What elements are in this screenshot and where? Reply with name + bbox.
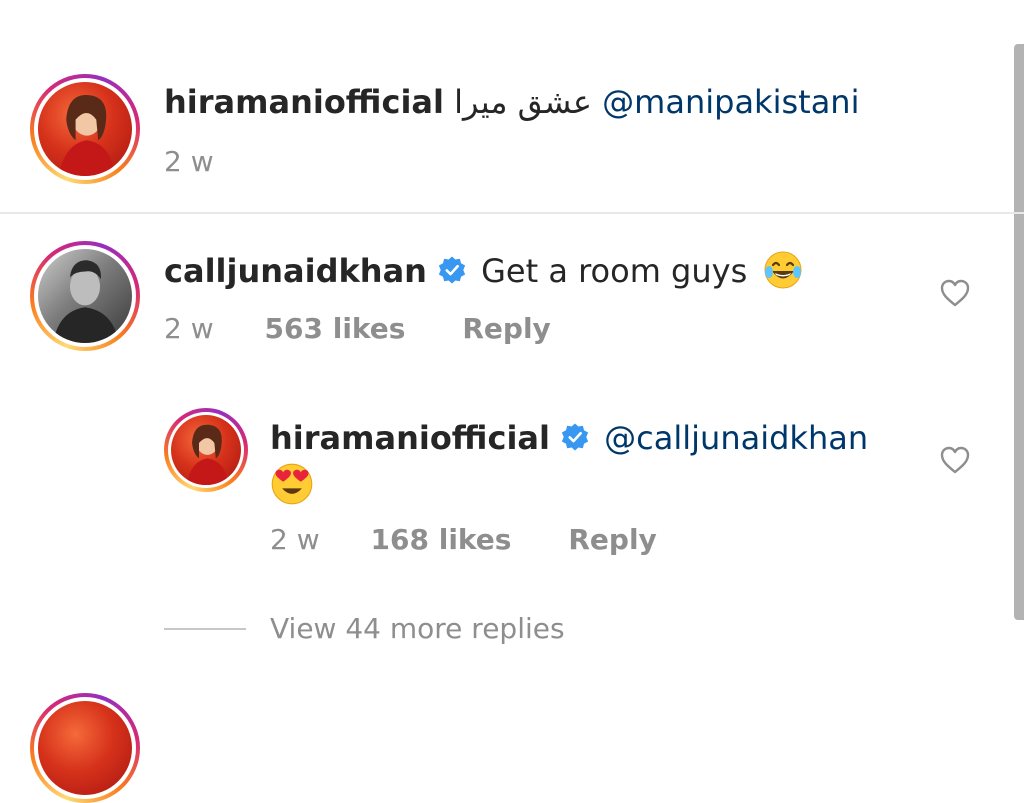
profile-photo xyxy=(58,95,116,176)
caption-time: 2 w xyxy=(164,145,214,178)
reply-likes[interactable]: 168 likes xyxy=(371,523,512,556)
heart-eyes-emoji-icon xyxy=(271,463,313,505)
reply-username[interactable]: hiramaniofficial xyxy=(270,419,550,457)
avatar-hiramaniofficial[interactable] xyxy=(30,74,140,184)
avatar-hiramaniofficial-reply[interactable] xyxy=(164,408,248,492)
comment-text: Get a room guys xyxy=(481,252,748,290)
verified-badge-icon xyxy=(438,256,466,284)
comment-time: 2 w xyxy=(164,312,214,345)
like-heart-icon[interactable] xyxy=(939,278,971,308)
caption-username[interactable]: hiramaniofficial xyxy=(164,83,444,121)
profile-photo xyxy=(53,260,119,343)
comment-likes[interactable]: 563 likes xyxy=(265,312,406,345)
laughing-tears-emoji-icon xyxy=(764,251,802,289)
comment-username[interactable]: calljunaidkhan xyxy=(164,252,427,290)
reply-meta: 2 w 168 likes Reply xyxy=(270,523,657,557)
verified-badge-icon xyxy=(561,423,589,451)
avatar-next-comment[interactable] xyxy=(30,693,140,803)
caption-mention[interactable]: @manipakistani xyxy=(602,83,859,121)
divider xyxy=(0,212,1024,214)
reply-mention[interactable]: @calljunaidkhan xyxy=(604,419,868,457)
reply-reply-button[interactable]: Reply xyxy=(568,523,656,556)
reply-line: hiramaniofficial @calljunaidkhan xyxy=(270,418,868,458)
comment-reply-button[interactable]: Reply xyxy=(462,312,550,345)
scrollbar[interactable] xyxy=(1014,44,1024,620)
view-replies-line xyxy=(164,628,246,630)
profile-photo xyxy=(186,424,229,485)
comment-meta: 2 w 563 likes Reply xyxy=(164,312,551,346)
comment-line: calljunaidkhan Get a room guys xyxy=(164,250,803,296)
view-more-replies-button[interactable]: View 44 more replies xyxy=(270,612,565,646)
like-heart-icon[interactable] xyxy=(939,445,971,475)
reply-time: 2 w xyxy=(270,523,320,556)
caption-text: عشق میرا xyxy=(454,83,592,121)
caption-line: hiramaniofficial عشق میرا @manipakistani xyxy=(164,82,859,122)
avatar-calljunaidkhan[interactable] xyxy=(30,241,140,351)
